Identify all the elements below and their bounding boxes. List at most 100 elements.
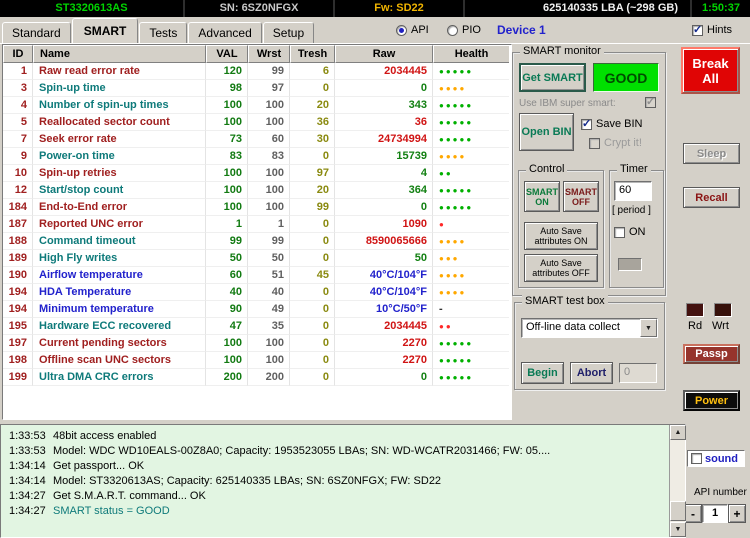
column-header-raw[interactable]: Raw — [335, 45, 433, 63]
cell-tresh: 0 — [290, 318, 335, 335]
cell-id: 190 — [3, 267, 33, 284]
cell-raw: 24734994 — [335, 131, 433, 148]
table-row[interactable]: 194 HDA Temperature 40 40 0 40°C/104°F ●… — [3, 284, 511, 301]
smart-monitor-title: SMART monitor — [520, 45, 604, 57]
cell-wrst: 100 — [248, 335, 290, 352]
table-row[interactable]: 5 Reallocated sector count 100 100 36 36… — [3, 114, 511, 131]
tab-standard[interactable]: Standard — [2, 22, 71, 43]
auto-save-off-button[interactable]: Auto Save attributes OFF — [524, 254, 598, 282]
cell-wrst: 100 — [248, 182, 290, 199]
table-row[interactable]: 195 Hardware ECC recovered 47 35 0 20344… — [3, 318, 511, 335]
table-row[interactable]: 190 Airflow temperature 60 51 45 40°C/10… — [3, 267, 511, 284]
smart-on-button[interactable]: SMART ON — [524, 181, 560, 212]
cell-val: 100 — [206, 165, 248, 182]
table-row[interactable]: 1 Raw read error rate 120 99 6 2034445 ●… — [3, 63, 511, 80]
column-header-name[interactable]: Name — [33, 45, 206, 63]
power-button[interactable]: Power — [683, 390, 740, 411]
cell-raw: 50 — [335, 250, 433, 267]
cell-tresh: 99 — [290, 199, 335, 216]
table-row[interactable]: 7 Seek error rate 73 60 30 24734994 ●●●●… — [3, 131, 511, 148]
smart-test-dropdown[interactable]: Off-line data collect ▼ — [521, 318, 658, 338]
column-header-val[interactable]: VAL — [206, 45, 248, 63]
cell-wrst: 99 — [248, 63, 290, 80]
tab-smart[interactable]: SMART — [72, 18, 139, 43]
column-header-wrst[interactable]: Wrst — [248, 45, 290, 63]
timer-on-checkbox[interactable]: ✓ ON — [614, 226, 646, 238]
checkbox-box: ✓ — [645, 97, 656, 108]
scroll-down-icon[interactable]: ▼ — [670, 522, 686, 537]
api-number-plus-button[interactable]: + — [728, 504, 746, 523]
tab-setup[interactable]: Setup — [263, 22, 314, 43]
cell-health: ●● — [433, 318, 509, 335]
column-header-health[interactable]: Health — [433, 45, 509, 63]
smart-test-dropdown-value: Off-line data collect — [522, 319, 640, 337]
table-row[interactable]: 10 Spin-up retries 100 100 97 4 ●● — [3, 165, 511, 182]
sound-checkbox[interactable]: ✓ sound — [687, 450, 745, 467]
read-indicator-label: Rd — [688, 320, 702, 332]
radio-circle-icon — [447, 25, 458, 36]
cell-id: 10 — [3, 165, 33, 182]
timer-group-title: Timer — [617, 163, 651, 175]
passp-button[interactable]: Passp — [683, 344, 740, 364]
column-header-tresh[interactable]: Tresh — [290, 45, 335, 63]
abort-button[interactable]: Abort — [570, 362, 613, 384]
log-message: Get S.M.A.R.T. command... OK — [53, 489, 206, 504]
table-row[interactable]: 198 Offline scan UNC sectors 100 100 0 2… — [3, 352, 511, 369]
get-smart-button[interactable]: Get SMART — [519, 63, 586, 92]
api-radio[interactable]: API — [396, 24, 429, 36]
smart-test-box-title: SMART test box — [522, 295, 608, 307]
cell-name: High Fly writes — [33, 250, 206, 267]
drive-serial: SN: 6SZ0NFGX — [185, 0, 335, 17]
cell-health: ●●● — [433, 250, 509, 267]
table-row[interactable]: 9 Power-on time 83 83 0 15739 ●●●● — [3, 148, 511, 165]
api-number-value: 1 — [702, 504, 728, 523]
tab-advanced[interactable]: Advanced — [188, 22, 261, 43]
column-header-id[interactable]: ID — [3, 45, 33, 63]
crypt-it-label: Crypt it! — [604, 137, 642, 149]
smart-off-button[interactable]: SMART OFF — [563, 181, 599, 212]
log-line: 1:34:27 SMART status = GOOD — [1, 504, 685, 519]
timer-input[interactable]: 60 — [614, 181, 652, 201]
auto-save-on-button[interactable]: Auto Save attributes ON — [524, 222, 598, 250]
table-row[interactable]: 189 High Fly writes 50 50 0 50 ●●● — [3, 250, 511, 267]
hints-checkbox[interactable]: ✓ Hints — [692, 24, 732, 36]
drive-capacity: 625140335 LBA (~298 GB) — [465, 0, 692, 17]
cell-id: 9 — [3, 148, 33, 165]
cell-health: ●●●●● — [433, 97, 509, 114]
table-row[interactable]: 12 Start/stop count 100 100 20 364 ●●●●● — [3, 182, 511, 199]
cell-raw: 2034445 — [335, 63, 433, 80]
sleep-button[interactable]: Sleep — [683, 143, 740, 164]
table-row[interactable]: 199 Ultra DMA CRC errors 200 200 0 0 ●●●… — [3, 369, 511, 386]
cell-name: Offline scan UNC sectors — [33, 352, 206, 369]
cell-raw: 4 — [335, 165, 433, 182]
log-scrollbar[interactable]: ▲ ▼ — [669, 425, 685, 537]
table-row[interactable]: 4 Number of spin-up times 100 100 20 343… — [3, 97, 511, 114]
cell-wrst: 40 — [248, 284, 290, 301]
pio-radio[interactable]: PIO — [447, 24, 481, 36]
save-bin-checkbox[interactable]: ✓ Save BIN — [581, 118, 642, 130]
log-message: Model: WDC WD10EALS-00Z8A0; Capacity: 19… — [53, 444, 550, 459]
table-row[interactable]: 197 Current pending sectors 100 100 0 22… — [3, 335, 511, 352]
ibm-super-smart-label: Use IBM super smart: — [519, 98, 616, 109]
open-bin-button[interactable]: Open BIN — [519, 113, 574, 151]
scrollbar-thumb[interactable] — [670, 501, 686, 521]
tab-tests[interactable]: Tests — [139, 22, 187, 43]
cell-name: Reallocated sector count — [33, 114, 206, 131]
cell-id: 188 — [3, 233, 33, 250]
cell-health: ●●●●● — [433, 131, 509, 148]
api-number-minus-button[interactable]: - — [684, 504, 702, 523]
chevron-down-icon[interactable]: ▼ — [640, 319, 657, 337]
begin-button[interactable]: Begin — [521, 362, 564, 384]
break-all-button[interactable]: Break All — [681, 47, 740, 94]
cell-wrst: 97 — [248, 80, 290, 97]
checkbox-box: ✓ — [692, 25, 703, 36]
table-row[interactable]: 194 Minimum temperature 90 49 0 10°C/50°… — [3, 301, 511, 318]
recall-button[interactable]: Recall — [683, 187, 740, 208]
table-row[interactable]: 184 End-to-End error 100 100 99 0 ●●●●● — [3, 199, 511, 216]
cell-raw: 40°C/104°F — [335, 267, 433, 284]
table-row[interactable]: 188 Command timeout 99 99 0 8590065666 ●… — [3, 233, 511, 250]
table-row[interactable]: 187 Reported UNC error 1 1 0 1090 ● — [3, 216, 511, 233]
table-row[interactable]: 3 Spin-up time 98 97 0 0 ●●●● — [3, 80, 511, 97]
cell-val: 200 — [206, 369, 248, 386]
scroll-up-icon[interactable]: ▲ — [670, 425, 686, 440]
